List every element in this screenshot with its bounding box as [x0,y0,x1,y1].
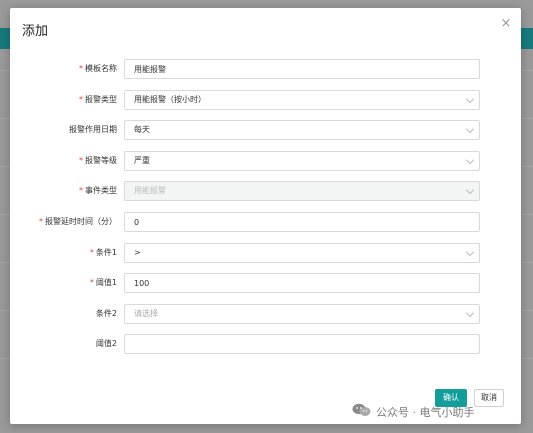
required-mark: * [39,217,43,226]
watermark-text: 公众号 · 电气小助手 [376,406,475,419]
form-row-alarm-delay: * 报警延时时间（分） [10,212,521,232]
alarm-type-value: 用能报警（按小时） [134,95,206,104]
alarm-delay-input[interactable] [124,212,480,232]
condition-2-placeholder: 请选择 [134,309,158,318]
alarm-date-select[interactable]: 每天 [124,120,480,140]
alarm-type-select[interactable]: 用能报警（按小时） [124,90,480,110]
dialog-title: 添加 [22,24,49,39]
template-name-label: * 模板名称 [79,64,117,73]
threshold-2-input[interactable] [124,334,480,354]
alarm-level-select[interactable]: 严重 [124,151,480,171]
form-row-alarm-level: * 报警等级 严重 [10,151,521,171]
form-row-threshold-2: 阈值2 [10,334,521,354]
cancel-button[interactable]: 取消 [474,389,504,407]
condition-2-label: 条件2 [95,309,117,318]
condition-1-label: * 条件1 [89,248,117,257]
required-mark: * [79,64,83,73]
form-row-alarm-date: 报警作用日期 每天 [10,120,521,140]
form-row-condition-1: * 条件1 > [10,243,521,263]
alarm-level-value: 严重 [134,156,150,165]
form-row-threshold-1: * 阈值1 [10,273,521,293]
condition-1-value: > [134,248,141,257]
wechat-icon [352,403,372,423]
alarm-level-label: * 报警等级 [79,156,117,165]
form-row-alarm-type: * 报警类型 用能报警（按小时） [10,90,521,110]
required-mark: * [79,186,83,195]
threshold-1-label: * 阈值1 [89,278,117,287]
event-type-value: 用能报警 [134,186,166,195]
form-row-event-type: * 事件类型 用能报警 [10,181,521,201]
form-row-condition-2: 条件2 请选择 [10,304,521,324]
chevron-down-icon [465,155,475,165]
event-type-label: * 事件类型 [79,186,117,195]
chevron-down-icon [465,185,475,195]
required-mark: * [89,278,94,287]
alarm-type-label: * 报警类型 [79,95,117,104]
alarm-date-label: 报警作用日期 [69,125,117,134]
chevron-down-icon [465,308,475,318]
condition-2-select[interactable]: 请选择 [124,304,480,324]
threshold-1-input[interactable] [124,273,480,293]
form-row-template-name: * 模板名称 [10,59,521,79]
add-template-dialog: 添加 × *模板名称 *报警类型 用能报警（按小时） 报警作用日期 每天 *报警… [10,8,521,424]
required-mark: * [79,95,83,104]
alarm-date-value: 每天 [134,125,150,134]
chevron-down-icon [465,124,475,134]
required-mark: * [79,156,83,165]
alarm-delay-label: * 报警延时时间（分） [39,217,117,226]
template-name-input[interactable] [124,59,480,79]
chevron-down-icon [465,94,475,104]
condition-1-select[interactable]: > [124,243,480,263]
close-icon[interactable]: × [498,16,514,32]
required-mark: * [89,248,94,257]
threshold-2-label: 阈值2 [95,339,117,348]
watermark: 公众号 · 电气小助手 [352,403,475,421]
event-type-select: 用能报警 [124,181,480,201]
chevron-down-icon [465,247,475,257]
